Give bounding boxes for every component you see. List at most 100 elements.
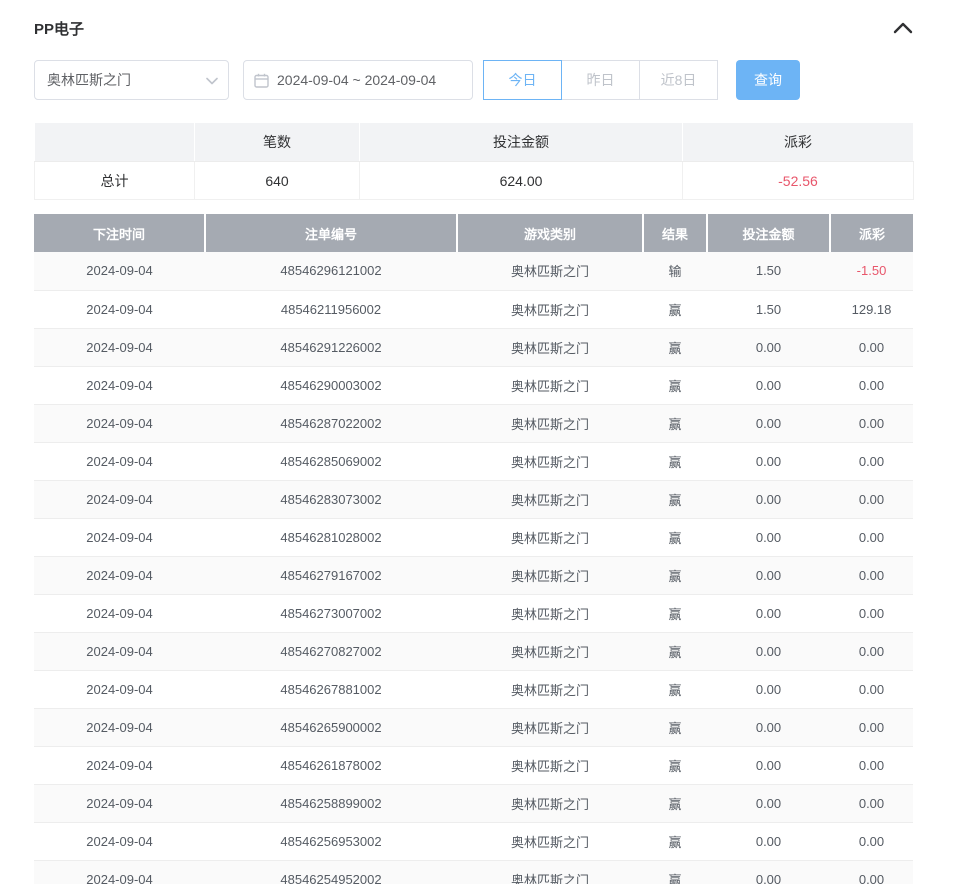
bet-time-cell: 2024-09-04 <box>34 632 205 670</box>
last-8-days-button[interactable]: 近8日 <box>639 60 718 100</box>
bet-time-cell: 2024-09-04 <box>34 404 205 442</box>
bet-time-cell: 2024-09-04 <box>34 442 205 480</box>
bet-amount-cell: 0.00 <box>707 632 830 670</box>
game-type-cell: 奥林匹斯之门 <box>457 366 643 404</box>
summary-total-count: 640 <box>195 162 360 200</box>
result-cell: 赢 <box>643 518 707 556</box>
table-row: 2024-09-0448546258899002奥林匹斯之门赢0.000.00 <box>34 784 913 822</box>
summary-total-row: 总计 640 624.00 -52.56 <box>35 162 914 200</box>
collapse-button[interactable] <box>893 22 913 34</box>
table-row: 2024-09-0448546287022002奥林匹斯之门赢0.000.00 <box>34 404 913 442</box>
game-type-cell: 奥林匹斯之门 <box>457 442 643 480</box>
game-type-cell: 奥林匹斯之门 <box>457 594 643 632</box>
game-type-cell: 奥林匹斯之门 <box>457 518 643 556</box>
table-row: 2024-09-0448546265900002奥林匹斯之门赢0.000.00 <box>34 708 913 746</box>
bet-time-cell: 2024-09-04 <box>34 480 205 518</box>
bet-amount-cell: 0.00 <box>707 366 830 404</box>
result-cell: 赢 <box>643 404 707 442</box>
order-id-cell: 48546265900002 <box>205 708 457 746</box>
table-row: 2024-09-0448546296121002奥林匹斯之门输1.50-1.50 <box>34 252 913 290</box>
bet-time-cell: 2024-09-04 <box>34 708 205 746</box>
date-range-input[interactable]: 2024-09-04 ~ 2024-09-04 <box>243 60 473 100</box>
result-cell: 赢 <box>643 328 707 366</box>
bet-time-cell: 2024-09-04 <box>34 366 205 404</box>
order-id-cell: 48546211956002 <box>205 290 457 328</box>
order-id-cell: 48546254952002 <box>205 860 457 884</box>
page-title: PP电子 <box>34 18 84 39</box>
bet-time-cell: 2024-09-04 <box>34 784 205 822</box>
table-row: 2024-09-0448546261878002奥林匹斯之门赢0.000.00 <box>34 746 913 784</box>
game-type-cell: 奥林匹斯之门 <box>457 632 643 670</box>
result-cell: 输 <box>643 252 707 290</box>
bet-amount-cell: 1.50 <box>707 252 830 290</box>
pp-electronic-panel: PP电子 奥林匹斯之门 <box>0 0 957 884</box>
summary-total-bet-amount: 624.00 <box>360 162 683 200</box>
table-row: 2024-09-0448546211956002奥林匹斯之门赢1.50129.1… <box>34 290 913 328</box>
table-row: 2024-09-0448546273007002奥林匹斯之门赢0.000.00 <box>34 594 913 632</box>
chevron-down-icon <box>206 72 218 88</box>
calendar-icon <box>254 73 269 88</box>
game-type-cell: 奥林匹斯之门 <box>457 290 643 328</box>
payout-cell: 0.00 <box>830 366 913 404</box>
order-id-cell: 48546270827002 <box>205 632 457 670</box>
bet-time-cell: 2024-09-04 <box>34 290 205 328</box>
bet-amount-cell: 0.00 <box>707 442 830 480</box>
bet-amount-cell: 0.00 <box>707 328 830 366</box>
chevron-up-icon <box>893 22 913 37</box>
result-cell: 赢 <box>643 670 707 708</box>
bet-amount-cell: 0.00 <box>707 556 830 594</box>
table-row: 2024-09-0448546270827002奥林匹斯之门赢0.000.00 <box>34 632 913 670</box>
bet-amount-cell: 0.00 <box>707 404 830 442</box>
game-type-cell: 奥林匹斯之门 <box>457 822 643 860</box>
payout-cell: 0.00 <box>830 518 913 556</box>
payout-cell: 129.18 <box>830 290 913 328</box>
header-game-type: 游戏类别 <box>457 214 643 252</box>
yesterday-button[interactable]: 昨日 <box>561 60 640 100</box>
order-id-cell: 48546273007002 <box>205 594 457 632</box>
table-row: 2024-09-0448546254952002奥林匹斯之门赢0.000.00 <box>34 860 913 884</box>
result-cell: 赢 <box>643 442 707 480</box>
order-id-cell: 48546258899002 <box>205 784 457 822</box>
bet-amount-cell: 0.00 <box>707 746 830 784</box>
table-row: 2024-09-0448546279167002奥林匹斯之门赢0.000.00 <box>34 556 913 594</box>
table-row: 2024-09-0448546281028002奥林匹斯之门赢0.000.00 <box>34 518 913 556</box>
game-type-cell: 奥林匹斯之门 <box>457 746 643 784</box>
bet-time-cell: 2024-09-04 <box>34 746 205 784</box>
bet-time-cell: 2024-09-04 <box>34 594 205 632</box>
result-cell: 赢 <box>643 594 707 632</box>
panel-header: PP电子 <box>34 14 913 42</box>
today-button[interactable]: 今日 <box>483 60 562 100</box>
game-type-cell: 奥林匹斯之门 <box>457 404 643 442</box>
summary-header-bet-amount: 投注金额 <box>360 123 683 162</box>
bet-amount-cell: 0.00 <box>707 594 830 632</box>
bet-amount-cell: 0.00 <box>707 518 830 556</box>
summary-table: 笔数 投注金额 派彩 总计 640 624.00 -52.56 <box>34 122 914 200</box>
order-id-cell: 48546256953002 <box>205 822 457 860</box>
table-row: 2024-09-0448546267881002奥林匹斯之门赢0.000.00 <box>34 670 913 708</box>
bet-amount-cell: 0.00 <box>707 860 830 884</box>
payout-cell: 0.00 <box>830 442 913 480</box>
payout-cell: 0.00 <box>830 670 913 708</box>
order-id-cell: 48546281028002 <box>205 518 457 556</box>
result-cell: 赢 <box>643 480 707 518</box>
bet-time-cell: 2024-09-04 <box>34 328 205 366</box>
payout-cell: 0.00 <box>830 632 913 670</box>
payout-cell: 0.00 <box>830 746 913 784</box>
bet-table: 下注时间 注单编号 游戏类别 结果 投注金额 派彩 2024-09-044854… <box>34 214 913 884</box>
header-bet-amount: 投注金额 <box>707 214 830 252</box>
bet-time-cell: 2024-09-04 <box>34 670 205 708</box>
payout-cell: 0.00 <box>830 556 913 594</box>
table-row: 2024-09-0448546285069002奥林匹斯之门赢0.000.00 <box>34 442 913 480</box>
game-type-cell: 奥林匹斯之门 <box>457 784 643 822</box>
bet-time-cell: 2024-09-04 <box>34 518 205 556</box>
game-select[interactable]: 奥林匹斯之门 <box>34 60 229 100</box>
bet-table-header-row: 下注时间 注单编号 游戏类别 结果 投注金额 派彩 <box>34 214 913 252</box>
game-type-cell: 奥林匹斯之门 <box>457 670 643 708</box>
payout-cell: 0.00 <box>830 480 913 518</box>
search-button[interactable]: 查询 <box>736 60 800 100</box>
summary-header-count: 笔数 <box>195 123 360 162</box>
bet-amount-cell: 0.00 <box>707 708 830 746</box>
result-cell: 赢 <box>643 556 707 594</box>
order-id-cell: 48546287022002 <box>205 404 457 442</box>
result-cell: 赢 <box>643 746 707 784</box>
